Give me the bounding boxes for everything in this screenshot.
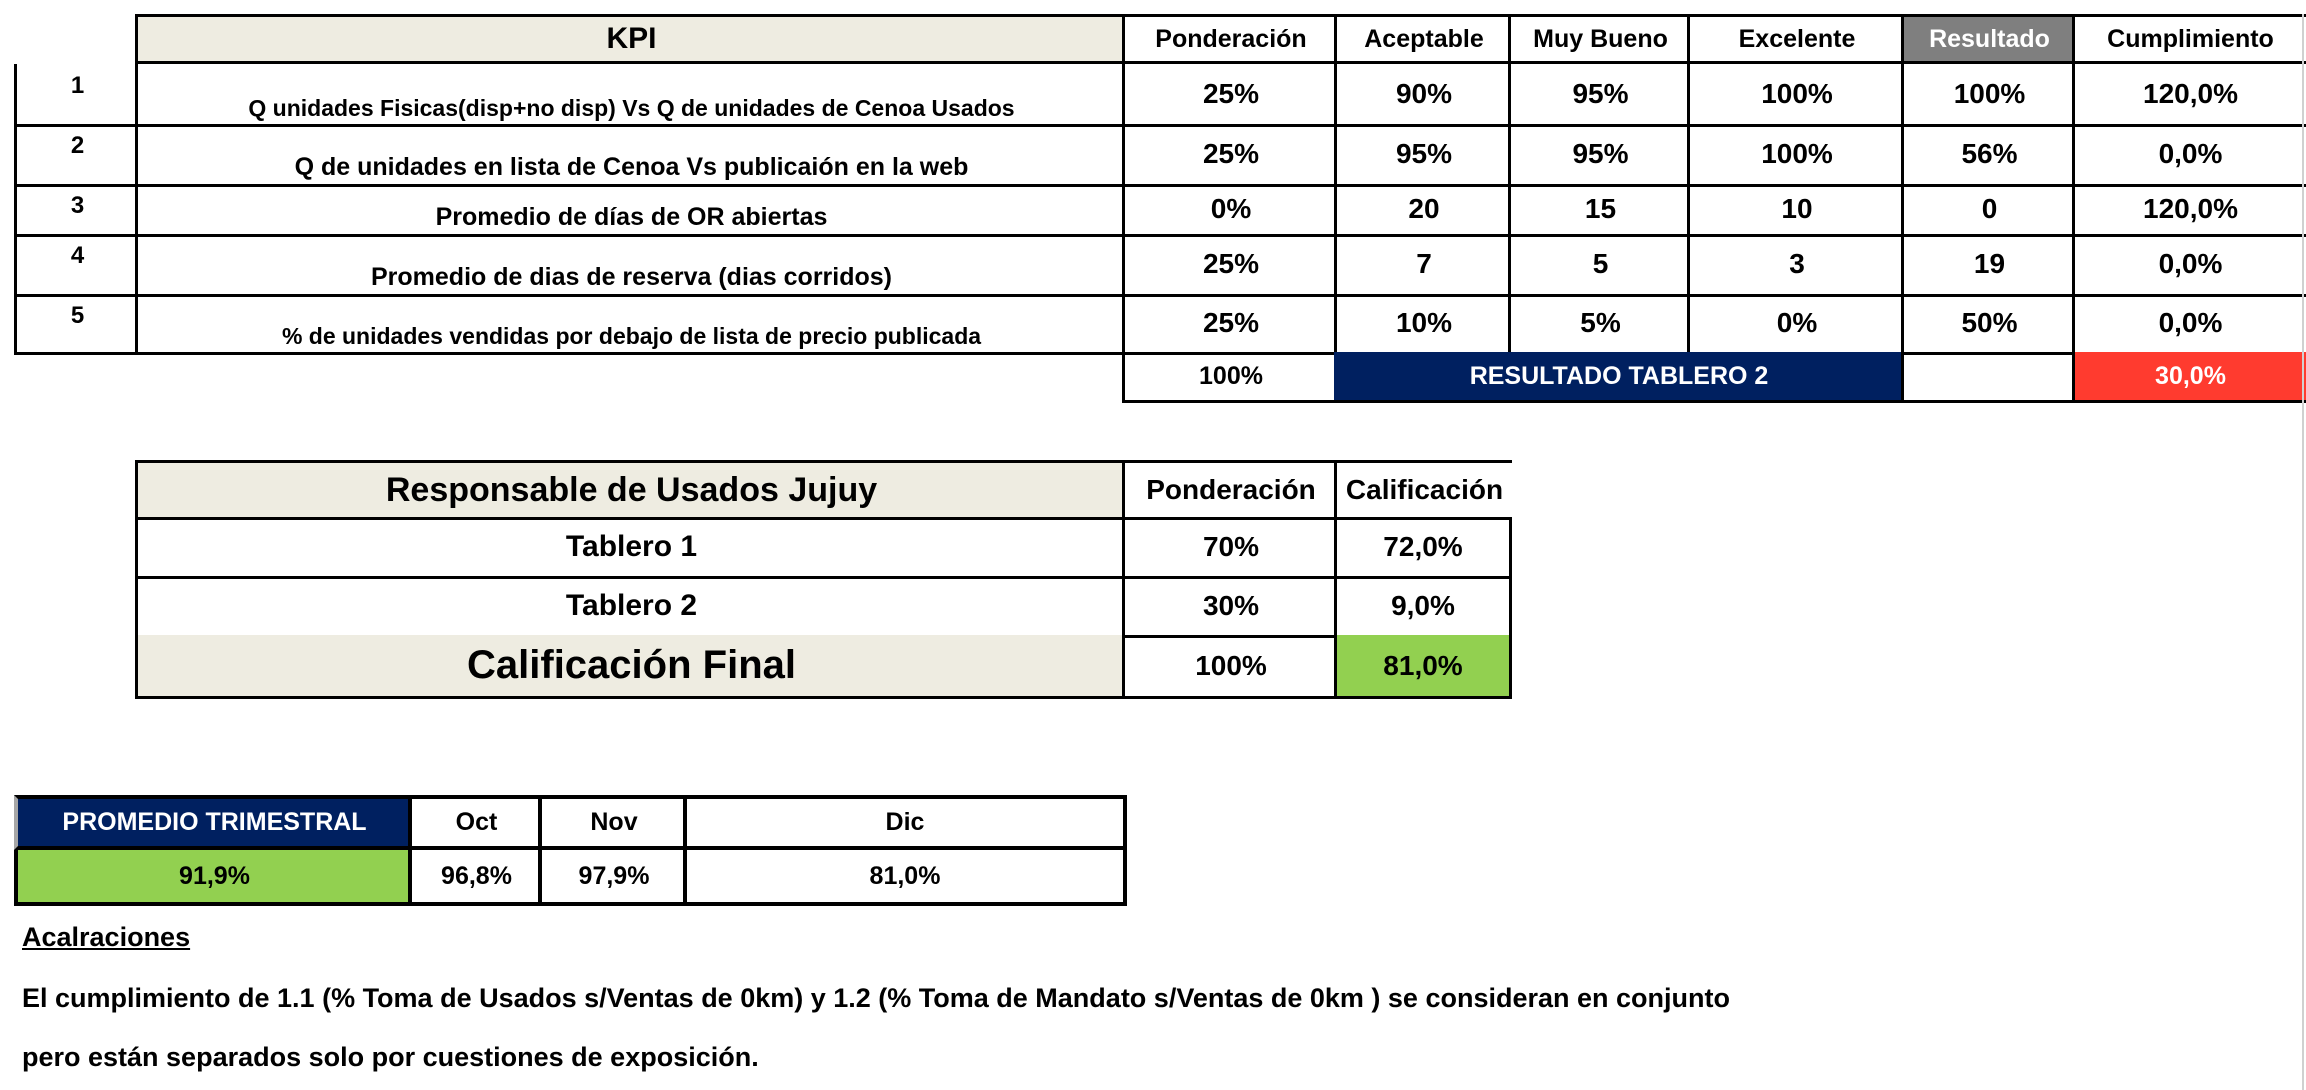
summary-title: Responsable de Usados Jujuy <box>135 460 1125 520</box>
summary-ponderacion-header: Ponderación <box>1122 460 1337 520</box>
resultado-tablero-label: RESULTADO TABLERO 2 <box>1334 352 1904 403</box>
kpi-description: Promedio de días de OR abiertas <box>135 184 1125 237</box>
final-calificacion: 81,0% <box>1334 635 1512 699</box>
muy-bueno-header: Muy Bueno <box>1508 14 1690 64</box>
cumplimiento-header: Cumplimiento <box>2072 14 2306 64</box>
kpi-aceptable: 95% <box>1334 124 1511 187</box>
tablero1-ponderacion: 70% <box>1122 517 1337 579</box>
kpi-excelente: 100% <box>1687 124 1904 187</box>
kpi-description: % de unidades vendidas por debajo de lis… <box>135 294 1125 355</box>
tablero2-calificacion: 9,0% <box>1334 576 1512 638</box>
month-oct-value: 96,8% <box>408 850 541 906</box>
kpi-ponderacion: 25% <box>1122 124 1337 187</box>
tablero1-calificacion: 72,0% <box>1334 517 1512 579</box>
promedio-trimestral-label: PROMEDIO TRIMESTRAL <box>14 795 411 850</box>
ponderacion-header: Ponderación <box>1122 14 1337 64</box>
tablero2-ponderacion: 30% <box>1122 576 1337 638</box>
kpi-aceptable: 7 <box>1334 234 1511 297</box>
tablero1-label: Tablero 1 <box>135 517 1125 579</box>
kpi-muy-bueno: 15 <box>1508 184 1690 237</box>
month-dic-value: 81,0% <box>683 850 1127 906</box>
notes-heading: Acalraciones <box>22 922 191 952</box>
kpi-description: Q de unidades en lista de Cenoa Vs publi… <box>135 124 1125 187</box>
kpi-resultado: 56% <box>1901 124 2075 187</box>
sheet-edge <box>2302 14 2304 1090</box>
total-ponderacion: 100% <box>1122 352 1337 403</box>
kpi-resultado: 0 <box>1901 184 2075 237</box>
kpi-row-number: 5 <box>14 294 138 355</box>
notes-line-1: El cumplimiento de 1.1 (% Toma de Usados… <box>22 983 1730 1013</box>
month-oct-header: Oct <box>408 795 541 850</box>
kpi-aceptable: 10% <box>1334 294 1511 355</box>
final-ponderacion: 100% <box>1122 635 1337 699</box>
kpi-resultado: 50% <box>1901 294 2075 355</box>
kpi-excelente: 0% <box>1687 294 1904 355</box>
total-resultado-empty <box>1901 352 2075 403</box>
kpi-description: Q unidades Fisicas(disp+no disp) Vs Q de… <box>135 64 1125 127</box>
kpi-ponderacion: 0% <box>1122 184 1337 237</box>
month-nov-value: 97,9% <box>538 850 686 906</box>
resultado-header: Resultado <box>1901 14 2075 64</box>
kpi-ponderacion: 25% <box>1122 294 1337 355</box>
kpi-resultado: 19 <box>1901 234 2075 297</box>
kpi-excelente: 3 <box>1687 234 1904 297</box>
kpi-excelente: 100% <box>1687 64 1904 127</box>
kpi-header: KPI <box>135 14 1125 64</box>
kpi-description: Promedio de dias de reserva (dias corrid… <box>135 234 1125 297</box>
kpi-cumplimiento: 0,0% <box>2072 294 2306 355</box>
kpi-row-number: 2 <box>14 124 138 187</box>
kpi-muy-bueno: 5 <box>1508 234 1690 297</box>
month-nov-header: Nov <box>538 795 686 850</box>
kpi-cumplimiento: 120,0% <box>2072 184 2306 237</box>
kpi-muy-bueno: 5% <box>1508 294 1690 355</box>
kpi-ponderacion: 25% <box>1122 234 1337 297</box>
kpi-aceptable: 90% <box>1334 64 1511 127</box>
summary-calificacion-header: Calificación <box>1334 460 1512 520</box>
final-label: Calificación Final <box>135 635 1125 699</box>
tablero2-label: Tablero 2 <box>135 576 1125 638</box>
kpi-muy-bueno: 95% <box>1508 124 1690 187</box>
kpi-row-number: 4 <box>14 234 138 297</box>
kpi-excelente: 10 <box>1687 184 1904 237</box>
kpi-aceptable: 20 <box>1334 184 1511 237</box>
notes-line-2: pero están separados solo por cuestiones… <box>22 1042 759 1072</box>
kpi-row-number: 1 <box>14 64 138 127</box>
kpi-ponderacion: 25% <box>1122 64 1337 127</box>
kpi-cumplimiento: 0,0% <box>2072 124 2306 187</box>
excelente-header: Excelente <box>1687 14 1904 64</box>
kpi-resultado: 100% <box>1901 64 2075 127</box>
promedio-trimestral-value: 91,9% <box>14 850 411 906</box>
kpi-muy-bueno: 95% <box>1508 64 1690 127</box>
kpi-cumplimiento: 0,0% <box>2072 234 2306 297</box>
aceptable-header: Aceptable <box>1334 14 1511 64</box>
kpi-cumplimiento: 120,0% <box>2072 64 2306 127</box>
month-dic-header: Dic <box>683 795 1127 850</box>
total-cumplimiento: 30,0% <box>2072 352 2306 403</box>
kpi-row-number: 3 <box>14 184 138 237</box>
